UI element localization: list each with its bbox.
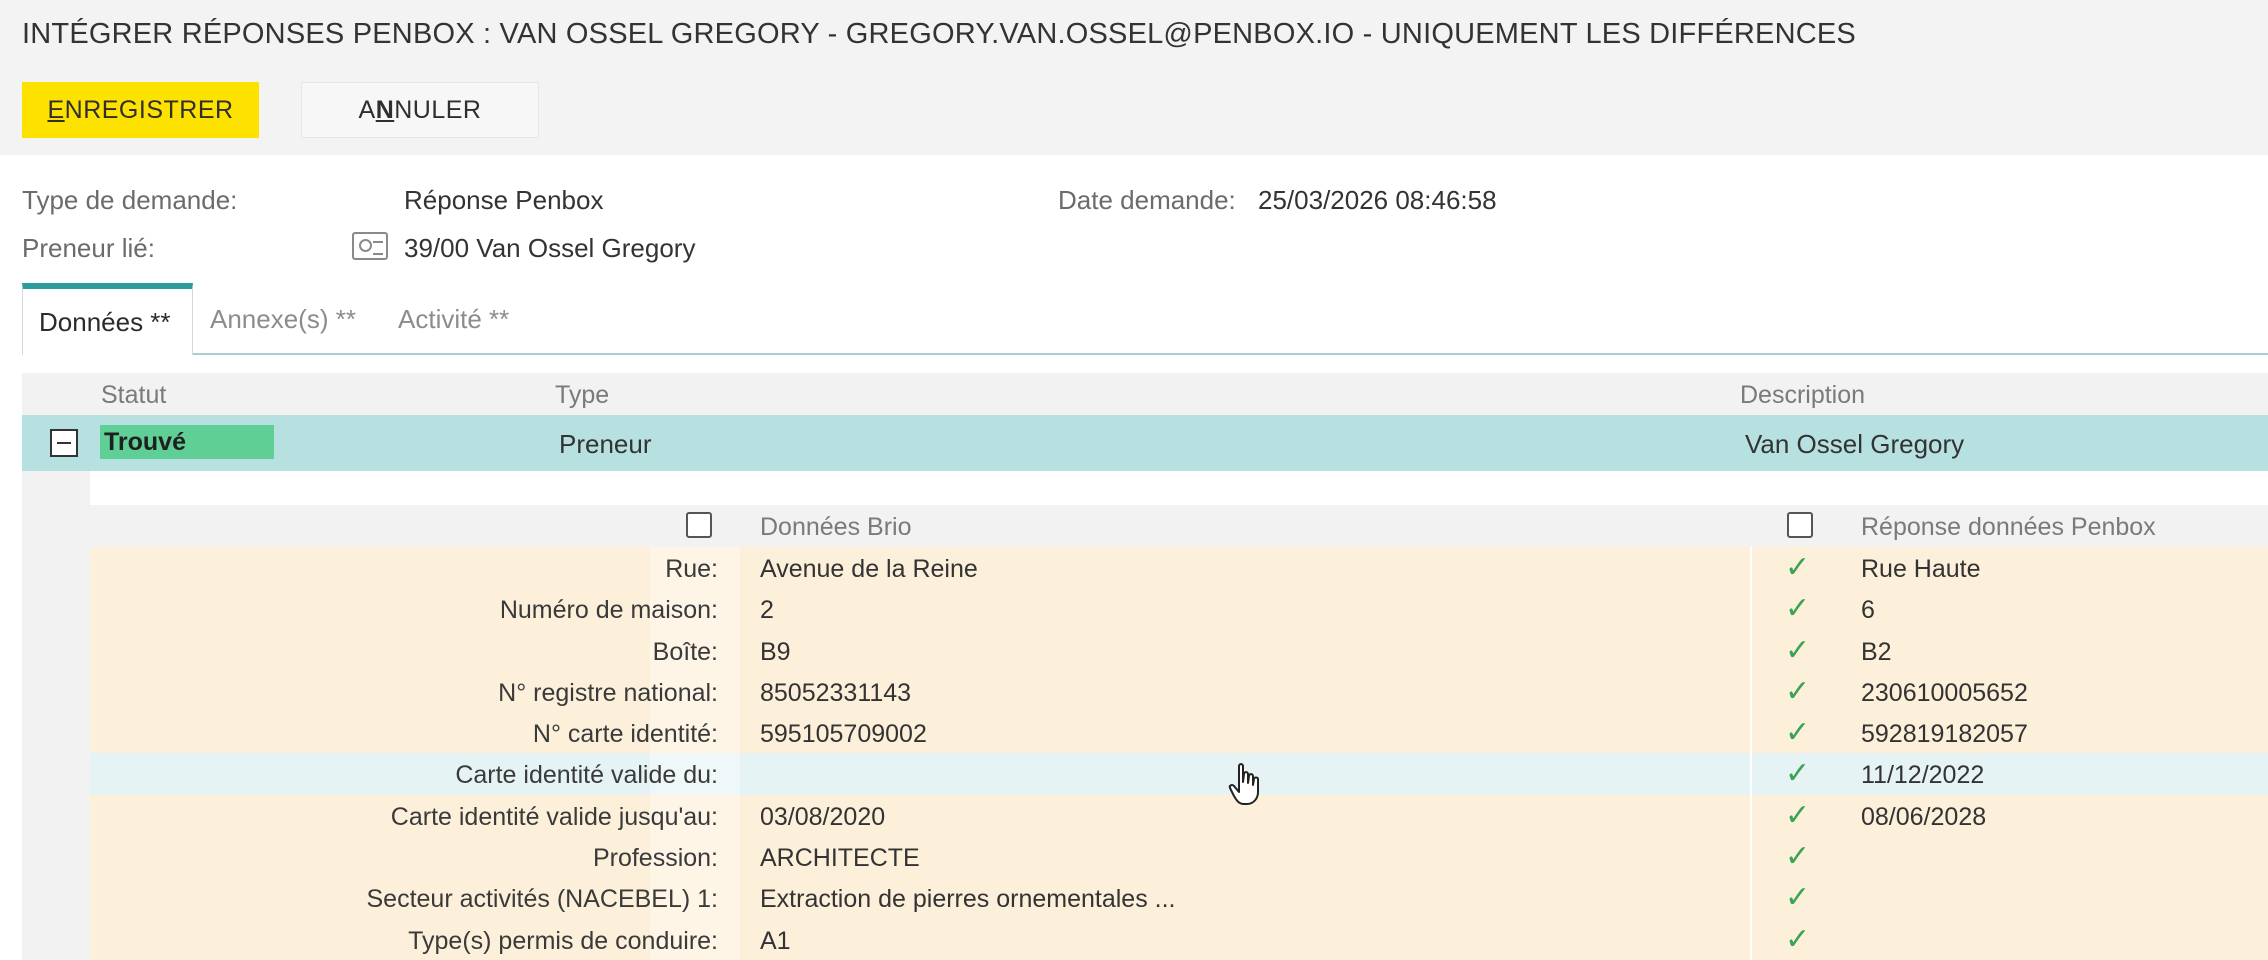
cancel-accesskey: N	[375, 95, 395, 124]
column-header-brio: Données Brio	[760, 513, 912, 541]
select-all-penbox-checkbox[interactable]	[1787, 512, 1813, 538]
hand-cursor-icon	[1228, 763, 1259, 805]
request-date-label: Date demande:	[1058, 185, 1236, 215]
table-row[interactable]: Profession: ARCHITECTE ✓	[90, 836, 2268, 878]
detail-header: Données Brio Réponse données Penbox	[90, 505, 2268, 547]
row-description: Van Ossel Gregory	[1745, 429, 1965, 459]
brio-value: A1	[760, 926, 791, 955]
brio-value: Extraction de pierres ornementales ...	[760, 885, 1176, 914]
table-row[interactable]: Type(s) permis de conduire: A1 ✓	[90, 918, 2268, 960]
field-label: N° registre national:	[498, 678, 718, 707]
select-all-brio-checkbox[interactable]	[686, 512, 712, 538]
request-type-label: Type de demande:	[22, 185, 238, 215]
divider	[1750, 712, 1752, 754]
checkmark-icon[interactable]: ✓	[1785, 880, 1810, 915]
tab-annexes[interactable]: Annexe(s) **	[194, 283, 372, 355]
penbox-value: 11/12/2022	[1861, 761, 1985, 790]
contact-card-icon[interactable]	[352, 232, 388, 260]
table-row[interactable]: Carte identité valide du: ✓ 11/12/2022	[90, 753, 2268, 795]
table-row[interactable]: Carte identité valide jusqu'au: 03/08/20…	[90, 794, 2268, 837]
table-row[interactable]: Rue: Avenue de la Reine ✓ Rue Haute	[90, 547, 2268, 589]
column-header-type[interactable]: Type	[555, 381, 609, 410]
checkmark-icon[interactable]: ✓	[1785, 839, 1810, 874]
grid-header: Statut Type Description	[22, 373, 2268, 415]
brio-value: Avenue de la Reine	[760, 555, 978, 583]
brio-value: B9	[760, 637, 791, 666]
collapse-icon[interactable]	[50, 429, 78, 457]
table-row[interactable]: Boîte: B9 ✓ B2	[90, 629, 2268, 671]
table-row[interactable]: Trouvé Preneur Van Ossel Gregory	[22, 415, 2268, 471]
linked-holder-label: Preneur lié:	[22, 233, 155, 263]
checkmark-icon[interactable]: ✓	[1785, 591, 1810, 626]
field-label: Carte identité valide du:	[455, 761, 718, 790]
toolbar: INTÉGRER RÉPONSES PENBOX : VAN OSSEL GRE…	[0, 0, 2268, 155]
divider	[1750, 794, 1752, 837]
tab-activite[interactable]: Activité **	[382, 283, 525, 355]
checkmark-icon[interactable]: ✓	[1785, 756, 1810, 791]
status-badge: Trouvé	[100, 425, 274, 459]
penbox-value: B2	[1861, 637, 1892, 666]
save-accesskey: E	[47, 95, 65, 124]
field-label: Profession:	[592, 844, 718, 873]
divider	[1750, 753, 1752, 795]
brio-value: 2	[760, 596, 774, 625]
penbox-value: 6	[1861, 596, 1875, 625]
divider	[1750, 877, 1752, 919]
field-label: Type(s) permis de conduire:	[408, 926, 718, 955]
column-header-penbox: Réponse données Penbox	[1861, 513, 2156, 541]
cancel-label-start: A	[358, 95, 376, 124]
request-type-value: Réponse Penbox	[404, 185, 604, 215]
divider	[1750, 918, 1752, 960]
field-label: N° carte identité:	[532, 720, 718, 749]
cancel-button[interactable]: A N NULER	[301, 82, 539, 138]
brio-value: 595105709002	[760, 720, 927, 749]
divider	[1750, 588, 1752, 630]
field-label: Boîte:	[652, 637, 718, 666]
divider	[1750, 670, 1752, 713]
linked-holder-value[interactable]: 39/00 Van Ossel Gregory	[404, 233, 695, 264]
save-label: NREGISTRER	[64, 95, 234, 124]
field-label: Secteur activités (NACEBEL) 1:	[366, 885, 718, 914]
field-label: Rue:	[665, 555, 718, 583]
cancel-label-end: NULER	[394, 95, 482, 124]
column-header-description[interactable]: Description	[1740, 381, 1865, 410]
brio-value: 03/08/2020	[760, 802, 886, 831]
penbox-value: 230610005652	[1861, 678, 2028, 707]
page-title: INTÉGRER RÉPONSES PENBOX : VAN OSSEL GRE…	[22, 18, 1856, 50]
table-row[interactable]: N° carte identité: 595105709002 ✓ 592819…	[90, 712, 2268, 754]
table-row[interactable]: Secteur activités (NACEBEL) 1: Extractio…	[90, 877, 2268, 919]
checkmark-icon[interactable]: ✓	[1785, 674, 1810, 709]
divider	[1750, 629, 1752, 671]
checkmark-icon[interactable]: ✓	[1785, 715, 1810, 750]
divider	[1750, 547, 1752, 589]
column-header-statut[interactable]: Statut	[101, 381, 166, 410]
request-date-value: 25/03/2026 08:46:58	[1258, 185, 1497, 215]
penbox-value: 08/06/2028	[1861, 802, 1987, 831]
field-label: Numéro de maison:	[499, 596, 718, 625]
field-label: Carte identité valide jusqu'au:	[390, 802, 718, 831]
detail-rows: Rue: Avenue de la Reine ✓ Rue Haute Numé…	[90, 547, 2268, 960]
table-row[interactable]: N° registre national: 85052331143 ✓ 2306…	[90, 670, 2268, 713]
penbox-value: 592819182057	[1861, 720, 2028, 749]
tab-donnees[interactable]: Données **	[22, 283, 193, 355]
checkmark-icon[interactable]: ✓	[1785, 922, 1810, 957]
brio-value: ARCHITECTE	[760, 844, 920, 873]
checkmark-icon[interactable]: ✓	[1785, 550, 1810, 585]
divider	[1750, 836, 1752, 878]
save-button[interactable]: E NREGISTRER	[22, 82, 259, 138]
row-type: Preneur	[559, 429, 652, 459]
checkmark-icon[interactable]: ✓	[1785, 633, 1810, 668]
detail-indent	[22, 471, 90, 960]
penbox-value: Rue Haute	[1861, 555, 1981, 583]
table-row[interactable]: Numéro de maison: 2 ✓ 6	[90, 588, 2268, 630]
checkmark-icon[interactable]: ✓	[1785, 798, 1810, 833]
brio-value: 85052331143	[760, 678, 912, 707]
